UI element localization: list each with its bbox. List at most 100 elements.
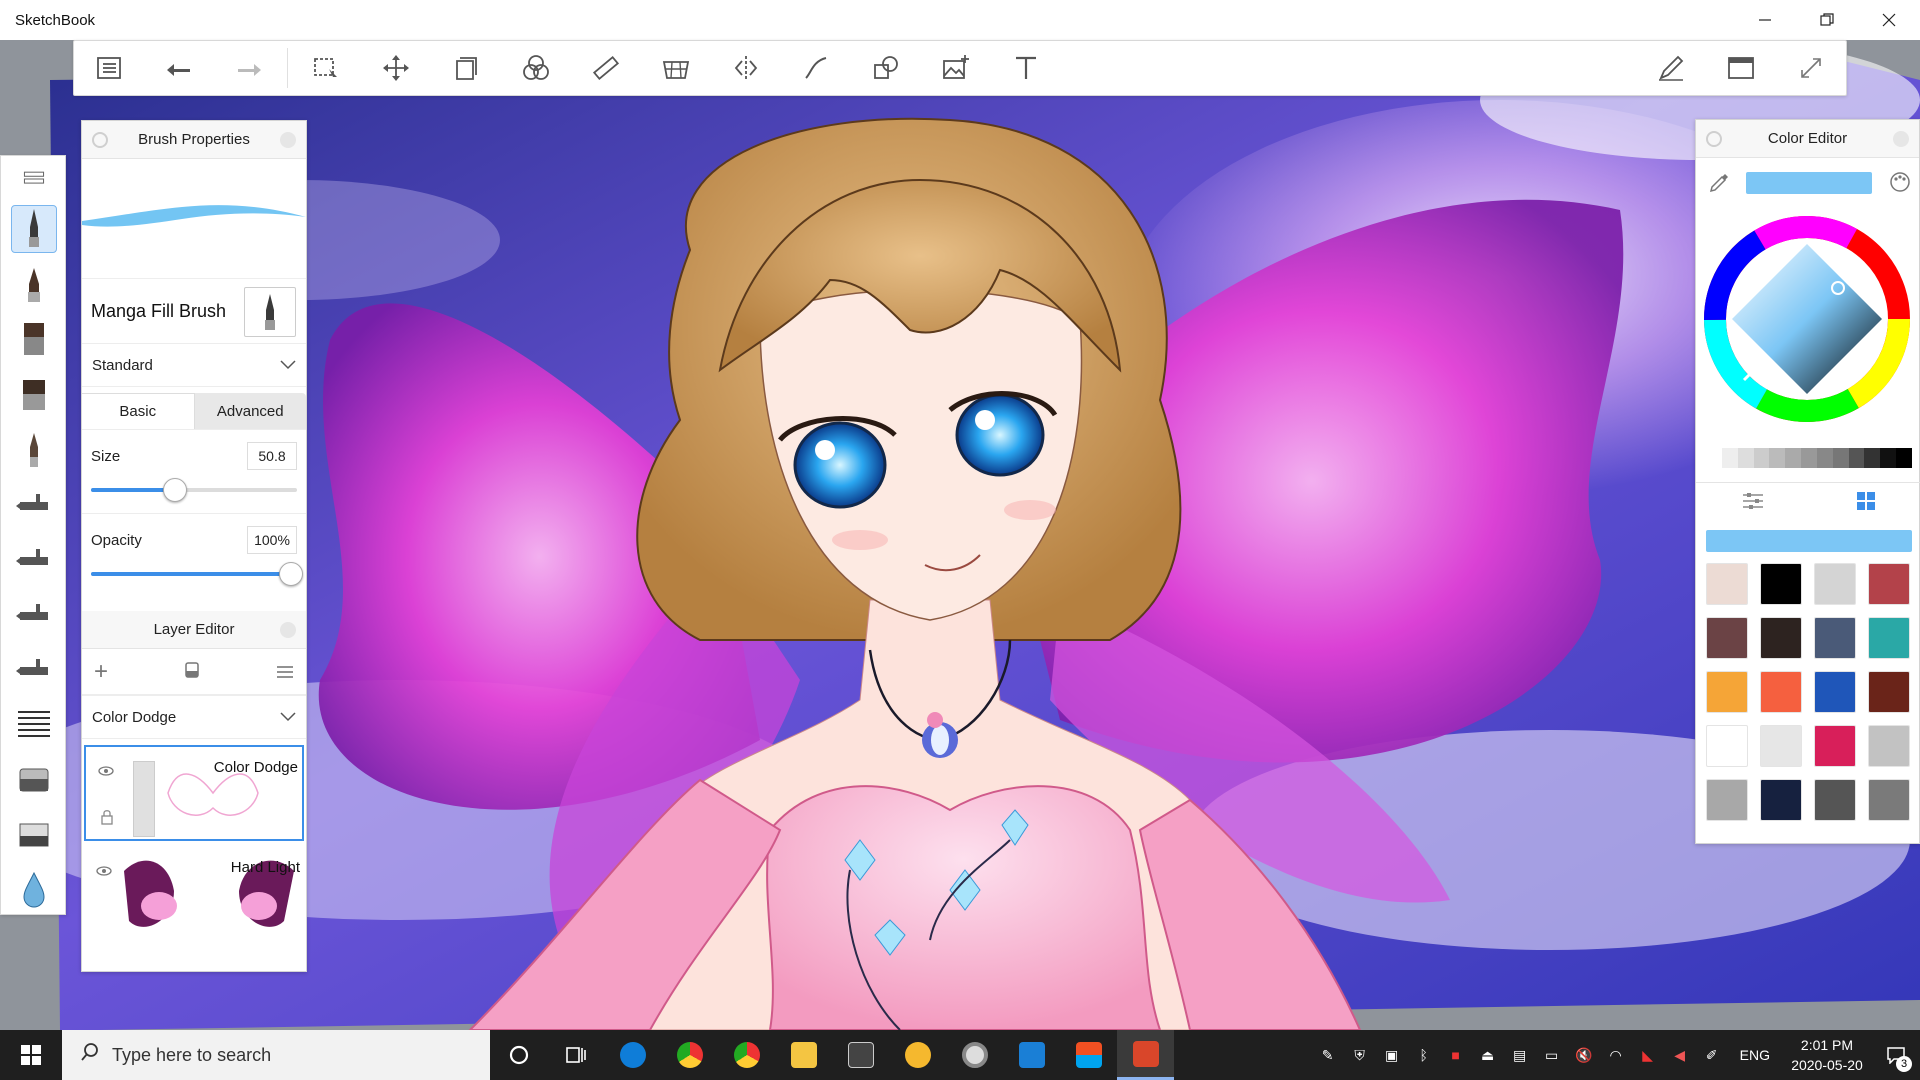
gray-swatch[interactable] bbox=[1706, 448, 1722, 468]
network-monitor-icon[interactable]: ▤ bbox=[1504, 1030, 1536, 1080]
color-swatch[interactable] bbox=[1868, 617, 1910, 659]
gray-swatch[interactable] bbox=[1864, 448, 1881, 468]
color-swatch[interactable] bbox=[1760, 779, 1802, 821]
grayscale-ramp[interactable] bbox=[1706, 448, 1912, 468]
layer-item[interactable]: Hard Light bbox=[84, 847, 304, 943]
panel-pin-icon[interactable] bbox=[1706, 131, 1722, 147]
shield-icon[interactable]: ⛨ bbox=[1344, 1030, 1376, 1080]
color-blend-icon[interactable] bbox=[501, 40, 571, 96]
gray-swatch[interactable] bbox=[1816, 448, 1833, 468]
battery-icon[interactable]: ▭ bbox=[1536, 1030, 1568, 1080]
minimize-icon[interactable] bbox=[1734, 0, 1796, 40]
tab-advanced[interactable]: Advanced bbox=[194, 393, 306, 429]
flat-brush-icon[interactable] bbox=[1, 311, 67, 366]
menu-list-icon[interactable] bbox=[74, 40, 144, 96]
gray-swatch[interactable] bbox=[1769, 448, 1786, 468]
media-icon[interactable] bbox=[946, 1030, 1003, 1080]
close-icon[interactable] bbox=[1858, 0, 1920, 40]
gray-swatch[interactable] bbox=[1848, 448, 1865, 468]
brush-thumbnail[interactable] bbox=[244, 287, 296, 337]
color-wheel[interactable] bbox=[1704, 216, 1910, 422]
transform-icon[interactable] bbox=[361, 40, 431, 96]
panel-close-icon[interactable] bbox=[280, 132, 296, 148]
blur-drop-icon[interactable] bbox=[1, 861, 67, 916]
layer-item[interactable]: Color Dodge bbox=[84, 745, 304, 841]
antivirus-icon[interactable]: ◣ bbox=[1632, 1030, 1664, 1080]
restore-icon[interactable] bbox=[1796, 0, 1858, 40]
bluetooth-icon[interactable]: ᛒ bbox=[1408, 1030, 1440, 1080]
color-swatch[interactable] bbox=[1868, 671, 1910, 713]
meet-icon[interactable] bbox=[1003, 1030, 1060, 1080]
fullscreen-icon[interactable] bbox=[1776, 40, 1846, 96]
windows-start-icon[interactable] bbox=[0, 1030, 62, 1080]
shape-icon[interactable] bbox=[851, 40, 921, 96]
swatch-grid-icon[interactable] bbox=[1856, 491, 1876, 514]
color-palette-icon[interactable] bbox=[1888, 170, 1912, 197]
text-icon[interactable] bbox=[991, 40, 1061, 96]
file-explorer-icon[interactable] bbox=[775, 1030, 832, 1080]
opacity-slider-handle[interactable] bbox=[279, 562, 303, 586]
gray-swatch[interactable] bbox=[1801, 448, 1817, 468]
gray-swatch[interactable] bbox=[1721, 448, 1738, 468]
airbrush-3-icon[interactable] bbox=[1, 586, 67, 641]
brush-library-icon[interactable] bbox=[1, 156, 67, 201]
sliders-icon[interactable] bbox=[1741, 491, 1765, 514]
color-swatch[interactable] bbox=[1760, 725, 1802, 767]
image-add-icon[interactable] bbox=[921, 40, 991, 96]
layer-copy-icon[interactable] bbox=[431, 40, 501, 96]
color-swatch[interactable] bbox=[1868, 563, 1910, 605]
size-slider[interactable] bbox=[91, 478, 297, 502]
speaker-red-icon[interactable]: ◀ bbox=[1664, 1030, 1696, 1080]
chrome-2-icon[interactable] bbox=[718, 1030, 775, 1080]
layer-editor-header[interactable]: Layer Editor bbox=[82, 611, 306, 649]
blend-mode-dropdown[interactable]: Color Dodge bbox=[82, 695, 306, 739]
color-swatch[interactable] bbox=[1760, 563, 1802, 605]
color-swatch[interactable] bbox=[1814, 617, 1856, 659]
weather-icon[interactable] bbox=[889, 1030, 946, 1080]
hatch-brush-icon[interactable] bbox=[1, 696, 67, 751]
color-swatch[interactable] bbox=[1706, 671, 1748, 713]
ruler-icon[interactable] bbox=[571, 40, 641, 96]
edge-icon[interactable] bbox=[604, 1030, 661, 1080]
brush-edit-icon[interactable] bbox=[1636, 40, 1706, 96]
taskbar-clock[interactable]: 2:01 PM 2020-05-20 bbox=[1782, 1035, 1872, 1075]
task-view-icon[interactable] bbox=[547, 1030, 604, 1080]
undo-icon[interactable] bbox=[144, 40, 214, 96]
airbrush-4-icon[interactable] bbox=[1, 641, 67, 696]
color-swatch[interactable] bbox=[1814, 563, 1856, 605]
layer-menu-icon[interactable] bbox=[276, 658, 294, 686]
color-swatch[interactable] bbox=[1706, 779, 1748, 821]
panel-close-icon[interactable] bbox=[280, 622, 296, 638]
opacity-slider[interactable] bbox=[91, 562, 303, 586]
color-swatch[interactable] bbox=[1760, 671, 1802, 713]
layer-group-icon[interactable] bbox=[184, 658, 200, 686]
size-slider-handle[interactable] bbox=[163, 478, 187, 502]
panel-close-icon[interactable] bbox=[1893, 131, 1909, 147]
eye-icon[interactable] bbox=[98, 763, 114, 779]
language-indicator[interactable]: ENG bbox=[1728, 1047, 1782, 1063]
wifi-icon[interactable]: ◠ bbox=[1600, 1030, 1632, 1080]
calculator-icon[interactable] bbox=[832, 1030, 889, 1080]
color-swatch[interactable] bbox=[1868, 725, 1910, 767]
perspective-icon[interactable] bbox=[641, 40, 711, 96]
notification-center-icon[interactable]: 3 bbox=[1872, 1030, 1920, 1080]
manga-fill-brush-icon[interactable] bbox=[1, 201, 67, 256]
pen-workspace-icon[interactable]: ✐ bbox=[1696, 1030, 1728, 1080]
color-swatch[interactable] bbox=[1760, 617, 1802, 659]
color-swatch[interactable] bbox=[1706, 725, 1748, 767]
gray-swatch[interactable] bbox=[1832, 448, 1849, 468]
airbrush-1-icon[interactable] bbox=[1, 476, 67, 531]
add-layer-icon[interactable]: + bbox=[94, 658, 108, 686]
gray-swatch[interactable] bbox=[1753, 448, 1770, 468]
window-icon[interactable] bbox=[1706, 40, 1776, 96]
select-icon[interactable] bbox=[291, 40, 361, 96]
current-color-swatch[interactable] bbox=[1746, 172, 1872, 194]
redo-icon[interactable] bbox=[214, 40, 284, 96]
eye-icon[interactable] bbox=[96, 863, 112, 879]
gray-swatch[interactable] bbox=[1896, 448, 1912, 468]
volume-muted-icon[interactable]: 🔇 bbox=[1568, 1030, 1600, 1080]
pencil-brush-icon[interactable] bbox=[1, 421, 67, 476]
ink-brush-icon[interactable] bbox=[1, 256, 67, 311]
store-icon[interactable] bbox=[1060, 1030, 1117, 1080]
color-swatch[interactable] bbox=[1706, 617, 1748, 659]
